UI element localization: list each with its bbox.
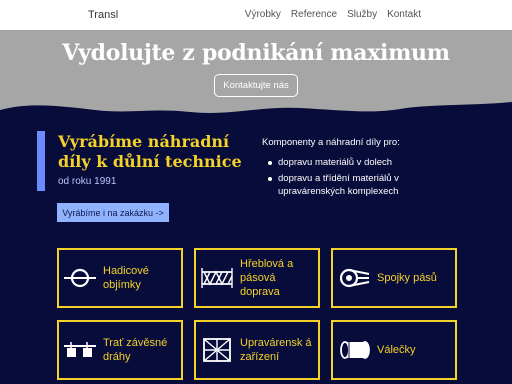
hose-clamp-icon [64,268,96,288]
intro-title: Vyrábíme náhradní díly k důlní technice [58,132,242,171]
hero-title: Vydolujte z podnikání maximum [62,40,450,66]
product-label: Upravárensk á zařízení [240,337,312,363]
nav-item-sluzby[interactable]: Služby [347,9,377,20]
product-label: Trať závěsné dráhy [103,337,168,363]
belt-joint-icon [339,268,370,288]
product-card-rollers[interactable]: Válečky [331,320,457,380]
custom-order-button[interactable]: Vyrábíme i na zakázku -> [57,203,169,222]
hero-banner: Vydolujte z podnikání maximum Kontaktujt… [0,30,512,120]
product-card-suspended-rail[interactable]: Trať závěsné dráhy [57,320,183,380]
nav-item-vyrobky[interactable]: Výrobky [245,9,281,20]
conveyor-icon [201,268,233,288]
product-card-hose-clamps[interactable]: Hadicové objímky [57,248,183,308]
suspended-rail-icon [64,342,96,357]
product-label: Hadicové objímky [103,265,149,291]
components-lead: Komponenty a náhradní díly pro: [262,137,400,148]
product-card-conveyor[interactable]: Hřeblová a pásová doprava [194,248,320,308]
product-label: Spojky pásů [377,272,437,284]
screen-grid-icon [203,338,231,362]
nav-item-kontakt[interactable]: Kontakt [387,9,421,20]
main-nav: Výrobky Reference Služby Kontakt [235,9,421,20]
intro-accent-bar [37,131,45,191]
nav-item-reference[interactable]: Reference [291,9,337,20]
components-item: dopravu a třídění materiálů v upravárens… [262,172,432,199]
intro-since: od roku 1991 [58,176,117,187]
product-card-belt-joints[interactable]: Spojky pásů [331,248,457,308]
top-navigation: Transl Výrobky Reference Služby Kontakt [0,0,512,30]
product-label: Hřeblová a pásová doprava [240,258,294,298]
hero-wave [0,102,512,120]
components-list: Komponenty a náhradní díly pro: dopravu … [262,137,432,201]
product-card-processing-equipment[interactable]: Upravárensk á zařízení [194,320,320,380]
components-item: dopravu materiálů v dolech [262,156,432,170]
brand-logo[interactable]: Transl [88,9,118,21]
product-label: Válečky [377,344,416,356]
roller-icon [340,341,370,359]
